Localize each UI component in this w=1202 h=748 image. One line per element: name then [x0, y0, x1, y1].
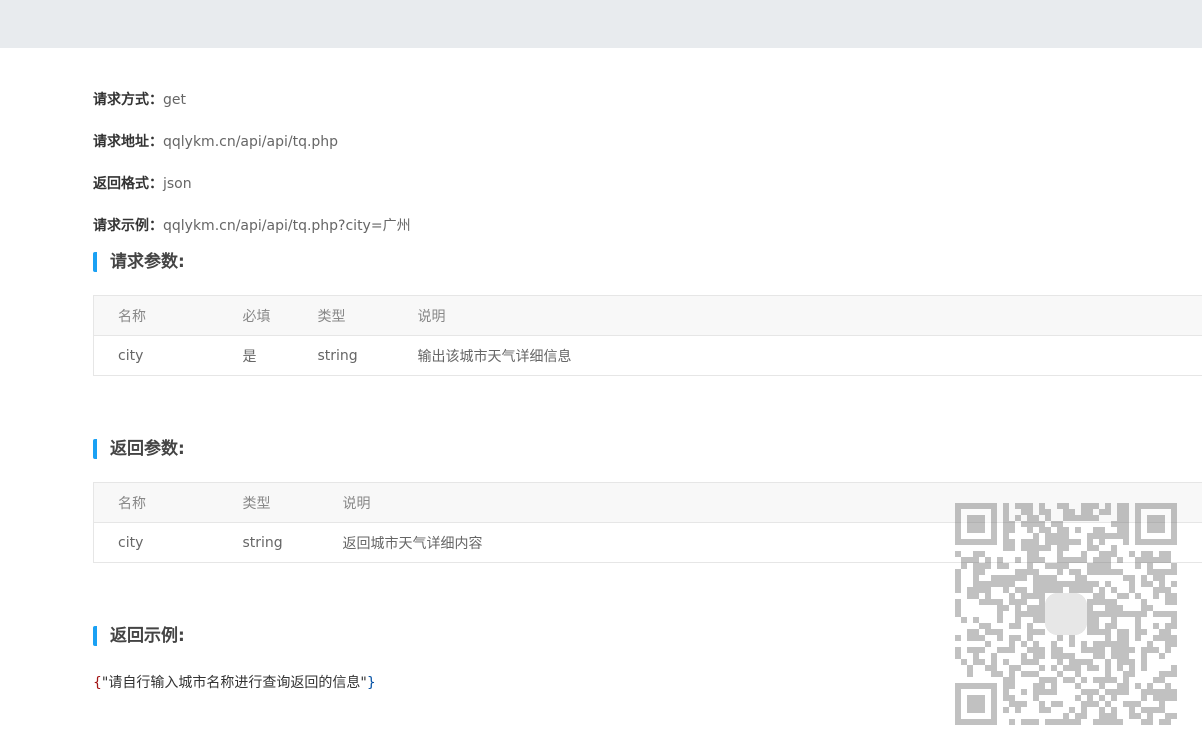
value: qqlykm.cn/api/api/tq.php?city=广州	[163, 218, 411, 234]
request-example: 请求示例：qqlykm.cn/api/api/tq.php?city=广州	[93, 214, 1202, 252]
header-cell: 说明	[393, 295, 1202, 336]
label: 返回格式：	[93, 176, 163, 192]
header-cell: 必填	[218, 295, 294, 336]
cell: 输出该城市天气详细信息	[393, 335, 1202, 376]
brace: {	[93, 675, 102, 691]
value: json	[163, 176, 192, 192]
request-params-heading: 请求参数:	[93, 252, 1202, 272]
label: 请求地址：	[93, 134, 163, 150]
label: 请求方式：	[93, 92, 163, 108]
return-format: 返回格式：json	[93, 172, 1202, 214]
response-params-heading: 返回参数:	[93, 439, 1202, 459]
cell: string	[293, 335, 394, 376]
header-cell: 类型	[218, 482, 319, 523]
example-string: "请自行输入城市名称进行查询返回的信息"	[101, 675, 367, 691]
request-params-table: 名称 必填 类型 说明 city 是 string 输出该城市天气详细信息	[93, 295, 1202, 376]
top-bar	[0, 0, 1202, 48]
qr-code-icon	[955, 503, 1177, 725]
header-cell: 类型	[293, 295, 394, 336]
header-cell: 名称	[93, 482, 219, 523]
label: 请求示例：	[93, 218, 163, 234]
header-cell: 名称	[93, 295, 219, 336]
request-url: 请求地址：qqlykm.cn/api/api/tq.php	[93, 130, 1202, 172]
request-method: 请求方式：get	[93, 88, 1202, 130]
table-row: city 是 string 输出该城市天气详细信息	[93, 335, 1202, 376]
brace: }	[366, 675, 376, 691]
cell: city	[93, 522, 219, 563]
cell: city	[93, 335, 219, 376]
table-header: 名称 必填 类型 说明	[93, 295, 1202, 336]
cell: 是	[218, 335, 294, 376]
cell: string	[218, 522, 319, 563]
value: get	[163, 92, 186, 108]
value: qqlykm.cn/api/api/tq.php	[163, 134, 339, 150]
